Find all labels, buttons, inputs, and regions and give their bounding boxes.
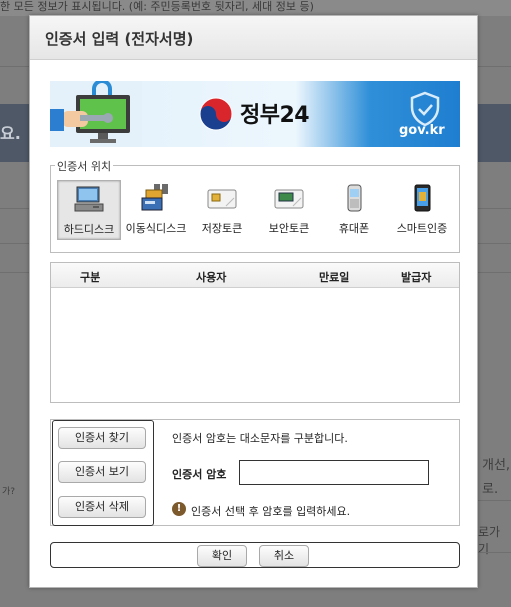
location-label: 저장토큰 [201,222,243,235]
background-right-text: 로. [482,482,499,497]
key-computer-illustration-icon [50,81,142,147]
taegeuk-emblem-icon [199,97,233,131]
case-sensitive-notice: 인증서 암호는 대소문자를 구분합니다. [172,432,348,445]
dialog-title: 인증서 입력 (전자서명) [45,30,194,48]
location-mobile-phone[interactable]: 휴대폰 [325,180,383,240]
location-label: 스마트인증 [396,222,448,235]
security-token-icon [274,189,304,209]
background-divider [478,552,511,553]
dialog-footer [50,542,460,568]
certificate-list-header: 구분 사용자 만료일 발급자 [51,263,459,288]
delete-cert-button[interactable]: 인증서 삭제 [58,496,146,518]
smart-auth-icon [414,184,431,212]
column-header[interactable]: 구분 [80,269,100,285]
storage-token-icon [207,189,237,209]
gov24-banner: 정부24 gov.kr [50,81,460,147]
background-banner-text: 요. [0,124,21,143]
password-hint: 인증서 선택 후 암호를 입력하세요. [191,505,351,518]
password-input[interactable] [239,460,429,485]
certificate-list[interactable]: 구분 사용자 만료일 발급자 [50,262,460,403]
location-label: 이동식디스크 [125,222,187,235]
location-hard-disk[interactable]: 하드디스크 [57,180,121,240]
background-notice-text: 한 모든 정보가 표시됩니다. (예: 주민등록번호 뒷자리, 세대 정보 등) [0,0,511,16]
view-cert-button[interactable]: 인증서 보기 [58,461,146,483]
location-security-token[interactable]: 보안토큰 [258,180,320,240]
background-left-text: 가? [2,487,16,497]
location-smart-auth[interactable]: 스마트인증 [388,180,456,240]
column-header[interactable]: 사용자 [196,269,226,285]
removable-disk-icon [141,184,168,211]
location-label: 하드디스크 [63,223,115,236]
gov-kr-label: gov.kr [399,123,445,138]
warning-icon: ! [172,502,186,516]
cancel-button[interactable]: 취소 [259,545,309,567]
cert-location-legend: 인증서 위치 [55,158,114,174]
location-storage-token[interactable]: 저장토큰 [191,180,253,240]
find-cert-button[interactable]: 인증서 찾기 [58,427,146,449]
background-right-text: 개선, [482,458,511,473]
ok-button[interactable]: 확인 [197,545,247,567]
location-label: 보안토큰 [268,222,310,235]
service-name: 정부24 [240,103,310,128]
column-header[interactable]: 발급자 [401,269,431,285]
hard-disk-icon [74,186,104,212]
location-label: 휴대폰 [338,222,370,235]
background-divider [478,500,511,501]
mobile-phone-icon [347,184,362,212]
column-header[interactable]: 만료일 [319,269,349,285]
location-removable-disk[interactable]: 이동식디스크 [124,180,188,240]
dialog-header: 인증서 입력 (전자서명) [30,16,477,60]
password-label: 인증서 암호 [172,468,227,481]
certificate-dialog: 인증서 입력 (전자서명) 정부24 gov.kr 인증서 위치 하드디스크 이… [29,15,478,588]
